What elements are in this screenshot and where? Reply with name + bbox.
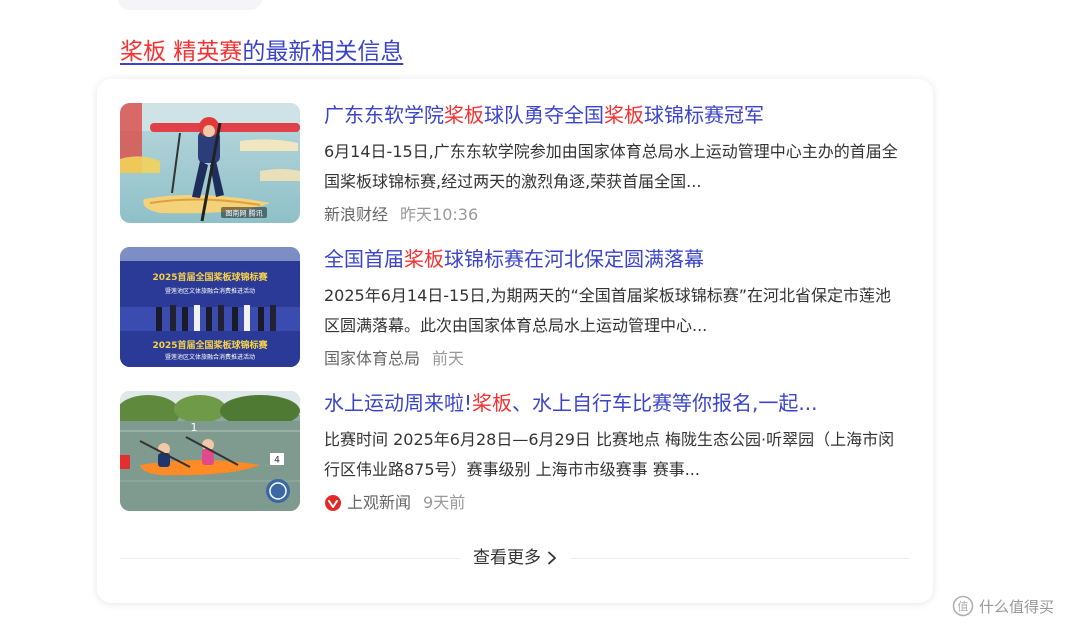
shangguan-logo-icon bbox=[325, 495, 341, 511]
section-title-highlight: 桨板 精英赛 bbox=[120, 39, 243, 65]
news-body-1: 广东东软学院桨板球队勇夺全国桨板球锦标赛冠军 6月14日-15日,广东东软学院参… bbox=[324, 103, 904, 227]
news-title-2[interactable]: 全国首届桨板球锦标赛在河北保定圆满落幕 bbox=[324, 247, 904, 271]
title-keyword: 桨板 bbox=[472, 391, 513, 415]
news-meta-1: 新浪财经 昨天10:36 bbox=[324, 203, 904, 227]
news-item-1[interactable]: 图南网 腾讯 广东东软学院桨板球队勇夺全国桨板球锦标赛冠军 6月14日-15日,… bbox=[120, 103, 915, 225]
watermark-text: 什么值得买 bbox=[979, 597, 1055, 616]
top-card-edge bbox=[118, 0, 262, 10]
title-keyword: 桨板 bbox=[604, 103, 644, 127]
paddleboard-photo-image: 图南网 腾讯 bbox=[120, 103, 300, 223]
chevron-right-icon bbox=[548, 551, 556, 565]
course-marker-4: 4 bbox=[274, 456, 280, 466]
news-summary-3: 比赛时间 2025年6月28日—6月29日 比赛地点 梅陇生态公园·听翠园（上海… bbox=[324, 430, 895, 479]
course-marker-1: 1 bbox=[191, 421, 198, 434]
more-button[interactable]: 查看更多 bbox=[460, 544, 570, 572]
title-segment: 球锦标赛在河北保定圆满落幕 bbox=[444, 247, 704, 271]
banner-subtext-top: 暨莲池区文体旅融合消费推进活动 bbox=[165, 287, 255, 295]
title-keyword: 桨板 bbox=[404, 247, 444, 271]
section-title[interactable]: 桨板 精英赛的最新相关信息 bbox=[120, 36, 403, 68]
watermark: 值 什么值得买 bbox=[952, 594, 1054, 618]
news-item-2[interactable]: 2025首届全国桨板球锦标赛 暨莲池区文体旅融合消费推进活动 2025首届全国桨… bbox=[120, 247, 915, 369]
svg-text:值: 值 bbox=[958, 600, 969, 613]
news-time-1: 昨天10:36 bbox=[400, 205, 479, 224]
news-title-3[interactable]: 水上运动周来啦!桨板、水上自行车比赛等你报名,一起... bbox=[324, 391, 904, 415]
banner-subtext-bottom: 暨莲池区文体旅融合消费推进活动 bbox=[165, 353, 255, 361]
news-summary-1: 6月14日-15日,广东东软学院参加由国家体育总局水上运动管理中心主办的首届全国… bbox=[324, 142, 898, 191]
news-source-2[interactable]: 国家体育总局 bbox=[324, 347, 420, 371]
news-source-1[interactable]: 新浪财经 bbox=[324, 203, 388, 227]
more-row: 查看更多 bbox=[120, 544, 910, 572]
news-thumbnail-1[interactable]: 图南网 腾讯 bbox=[120, 103, 300, 223]
divider-right bbox=[570, 558, 910, 559]
news-card: 图南网 腾讯 广东东软学院桨板球队勇夺全国桨板球锦标赛冠军 6月14日-15日,… bbox=[97, 79, 933, 603]
divider-left bbox=[120, 558, 460, 559]
ceremony-photo-image: 2025首届全国桨板球锦标赛 暨莲池区文体旅融合消费推进活动 2025首届全国桨… bbox=[120, 247, 300, 367]
smzdm-logo-icon: 值 bbox=[952, 595, 974, 617]
thumb-watermark-text: 图南网 腾讯 bbox=[225, 209, 262, 218]
title-segment: 广东东软学院 bbox=[324, 103, 444, 127]
news-body-2: 全国首届桨板球锦标赛在河北保定圆满落幕 2025年6月14日-15日,为期两天的… bbox=[324, 247, 904, 371]
title-segment: 、水上自行车比赛等你报名,一起... bbox=[512, 391, 818, 415]
news-thumbnail-3[interactable]: 4 1 bbox=[120, 391, 300, 511]
news-time-2: 前天 bbox=[432, 349, 465, 368]
news-meta-2: 国家体育总局 前天 bbox=[324, 347, 904, 371]
news-body-3: 水上运动周来啦!桨板、水上自行车比赛等你报名,一起... 比赛时间 2025年6… bbox=[324, 391, 904, 515]
news-source-3[interactable]: 上观新闻 bbox=[347, 491, 411, 515]
news-title-1[interactable]: 广东东软学院桨板球队勇夺全国桨板球锦标赛冠军 bbox=[324, 103, 904, 127]
title-segment: 全国首届 bbox=[324, 247, 404, 271]
more-button-label: 查看更多 bbox=[473, 548, 541, 568]
section-title-rest: 的最新相关信息 bbox=[242, 39, 404, 65]
banner-text-top: 2025首届全国桨板球锦标赛 bbox=[152, 271, 268, 283]
news-item-3[interactable]: 4 1 水上运动周来啦!桨板、水上自行车比赛等你报名,一起... 比赛时间 20… bbox=[120, 391, 915, 513]
news-time-3: 9天前 bbox=[423, 493, 466, 512]
title-segment: 水上运动周来啦! bbox=[324, 391, 473, 415]
title-keyword: 桨板 bbox=[444, 103, 484, 127]
news-meta-3: 上观新闻 9天前 bbox=[324, 491, 904, 515]
news-thumbnail-2[interactable]: 2025首届全国桨板球锦标赛 暨莲池区文体旅融合消费推进活动 2025首届全国桨… bbox=[120, 247, 300, 367]
kayak-photo-image: 4 1 bbox=[120, 391, 300, 511]
title-segment: 球队勇夺全国 bbox=[484, 103, 604, 127]
banner-text-bottom: 2025首届全国桨板球锦标赛 bbox=[152, 339, 268, 351]
title-segment: 球锦标赛冠军 bbox=[644, 103, 764, 127]
news-summary-2: 2025年6月14日-15日,为期两天的“全国首届桨板球锦标赛”在河北省保定市莲… bbox=[324, 286, 892, 335]
